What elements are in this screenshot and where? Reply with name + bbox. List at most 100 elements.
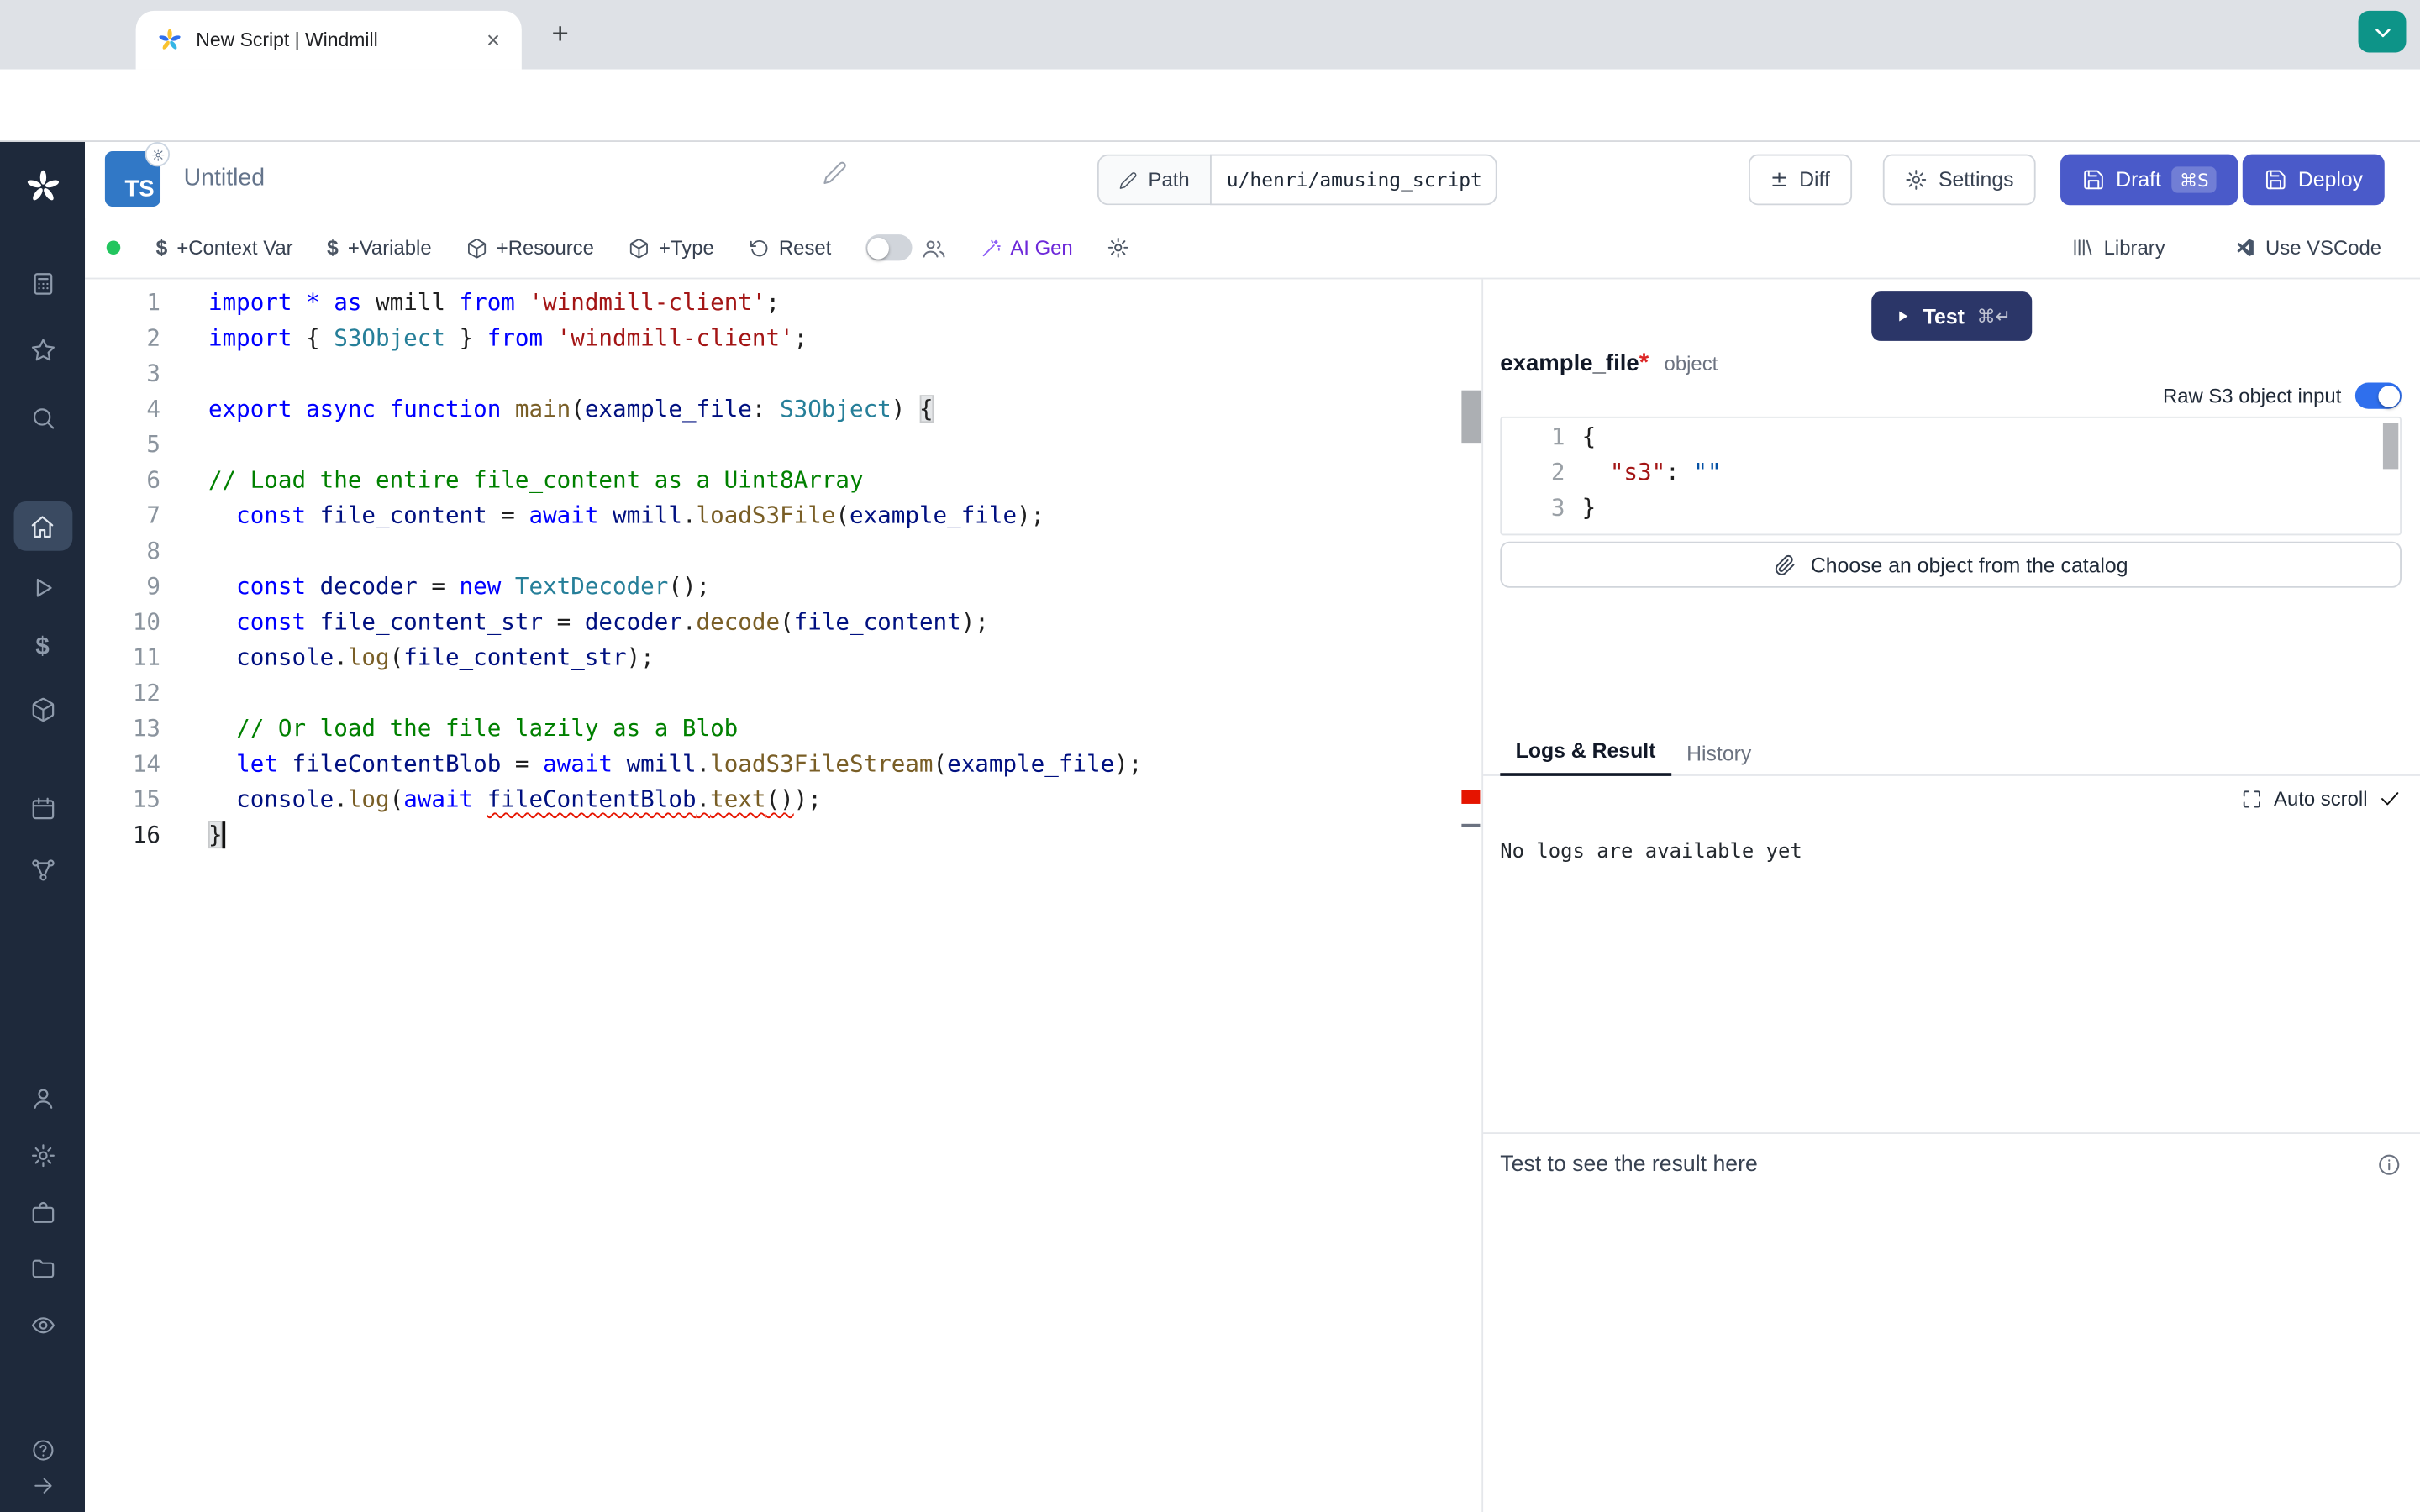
add-type-button[interactable]: +Type xyxy=(614,227,729,269)
code-line[interactable]: 5 xyxy=(85,428,1481,463)
code-line[interactable]: 2 "s3": "" xyxy=(1502,455,2400,491)
s3-json-input[interactable]: 1{2 "s3": ""3} xyxy=(1500,417,2402,535)
argument-type: object xyxy=(1665,352,1718,375)
star-icon[interactable] xyxy=(29,337,55,363)
add-type-label: +Type xyxy=(659,236,714,260)
code-line[interactable]: 4export async function main(example_file… xyxy=(85,392,1481,428)
code-line[interactable]: 2import { S3Object } from 'windmill-clie… xyxy=(85,321,1481,356)
code-text[interactable]: import * as wmill from 'windmill-client'… xyxy=(208,286,780,321)
choose-object-label: Choose an object from the catalog xyxy=(1811,553,2128,576)
reset-button[interactable]: Reset xyxy=(734,227,845,269)
code-text[interactable]: { xyxy=(1582,420,1597,455)
lang-gear-icon[interactable] xyxy=(145,142,170,166)
code-text[interactable]: // Load the entire file_content as a Uin… xyxy=(208,463,864,498)
play-icon[interactable] xyxy=(29,575,55,601)
deploy-button[interactable]: Deploy xyxy=(2243,155,2385,206)
tab-close-icon[interactable]: × xyxy=(481,27,507,53)
code-line[interactable]: 12 xyxy=(85,675,1481,711)
code-line[interactable]: 11 console.log(file_content_str); xyxy=(85,640,1481,675)
edit-title-pencil-icon[interactable] xyxy=(823,160,847,185)
s3-json-lines[interactable]: 1{2 "s3": ""3} xyxy=(1502,418,2400,527)
code-line[interactable]: 15 console.log(await fileContentBlob.tex… xyxy=(85,782,1481,817)
user-icon[interactable] xyxy=(29,1085,55,1111)
expand-icon[interactable] xyxy=(2241,788,2263,810)
code-text[interactable]: import { S3Object } from 'windmill-clien… xyxy=(208,321,808,356)
add-resource-button[interactable]: +Resource xyxy=(452,227,608,269)
eye-icon[interactable] xyxy=(29,1312,55,1338)
browser-tab[interactable]: New Script | Windmill × xyxy=(136,11,522,70)
capture-button[interactable] xyxy=(2359,11,2407,53)
choose-object-button[interactable]: Choose an object from the catalog xyxy=(1500,542,2402,588)
raw-s3-toggle[interactable] xyxy=(2355,383,2402,409)
path-value-input[interactable]: u/henri/amusing_script xyxy=(1210,155,1497,206)
calculator-icon[interactable] xyxy=(29,270,55,297)
use-vscode-button[interactable]: Use VSCode xyxy=(2219,227,2396,269)
code-text[interactable]: console.log(file_content_str); xyxy=(208,640,655,675)
editor-scrollbar-thumb[interactable] xyxy=(1461,391,1481,443)
tab-logs-result[interactable]: Logs & Result xyxy=(1500,732,1670,776)
calendar-icon[interactable] xyxy=(29,795,55,822)
code-text[interactable]: const file_content = await wmill.loadS3F… xyxy=(208,498,1044,533)
boxes-icon[interactable] xyxy=(29,696,55,722)
code-line[interactable]: 8 xyxy=(85,534,1481,570)
info-icon[interactable] xyxy=(2377,1152,2402,1177)
test-button[interactable]: Test ⌘↵ xyxy=(1870,291,2033,341)
settings-button[interactable]: Settings xyxy=(1883,155,2035,206)
line-number: 1 xyxy=(1502,420,1582,455)
code-text[interactable]: const decoder = new TextDecoder(); xyxy=(208,570,710,605)
json-scrollbar-thumb[interactable] xyxy=(2383,423,2398,469)
editor-settings-gear-icon[interactable] xyxy=(1093,227,1144,269)
code-text[interactable]: export async function main(example_file:… xyxy=(208,392,934,428)
line-number: 1 xyxy=(85,286,208,321)
auto-scroll-control[interactable]: Auto scroll xyxy=(2241,787,2401,811)
code-line[interactable]: 14 let fileContentBlob = await wmill.loa… xyxy=(85,747,1481,782)
code-line[interactable]: 10 const file_content_str = decoder.deco… xyxy=(85,605,1481,640)
home-icon[interactable] xyxy=(13,501,72,551)
status-dot xyxy=(107,241,121,255)
code-line[interactable]: 7 const file_content = await wmill.loadS… xyxy=(85,498,1481,533)
path-edit-button[interactable]: Path xyxy=(1097,155,1210,206)
code-text[interactable]: const file_content_str = decoder.decode(… xyxy=(208,605,989,640)
code-line[interactable]: 6// Load the entire file_content as a Ui… xyxy=(85,463,1481,498)
new-tab-button[interactable]: + xyxy=(540,15,581,55)
folder-icon[interactable] xyxy=(29,1255,55,1281)
main-area: TS Untitled Path u/henri/amusing_script … xyxy=(85,142,2420,1512)
code-text[interactable]: } xyxy=(208,817,224,853)
windmill-logo-icon[interactable] xyxy=(24,168,60,205)
toggle-off[interactable] xyxy=(865,234,912,260)
search-icon[interactable] xyxy=(29,405,55,431)
code-text[interactable]: "s3": "" xyxy=(1582,455,1722,491)
multiplayer-toggle[interactable] xyxy=(851,225,960,270)
code-text[interactable]: let fileContentBlob = await wmill.loadS3… xyxy=(208,747,1142,782)
text-cursor xyxy=(223,821,225,848)
collapse-arrow-icon[interactable] xyxy=(31,1474,55,1498)
code-line[interactable]: 1import * as wmill from 'windmill-client… xyxy=(85,286,1481,321)
code-line[interactable]: 16} xyxy=(85,817,1481,853)
app-sidebar: $ xyxy=(0,142,85,1512)
gear-icon[interactable] xyxy=(29,1142,55,1168)
code-lines[interactable]: 1import * as wmill from 'windmill-client… xyxy=(85,279,1481,853)
code-line[interactable]: 3 xyxy=(85,356,1481,391)
script-title[interactable]: Untitled xyxy=(184,165,266,193)
code-editor[interactable]: 1import * as wmill from 'windmill-client… xyxy=(85,279,1481,1512)
code-line[interactable]: 9 const decoder = new TextDecoder(); xyxy=(85,570,1481,605)
briefcase-icon[interactable] xyxy=(29,1200,55,1226)
nodes-icon[interactable] xyxy=(29,857,55,883)
add-context-var-button[interactable]: $+Context Var xyxy=(142,227,307,269)
draft-button[interactable]: Draft⌘S xyxy=(2060,155,2238,206)
dollar-icon[interactable]: $ xyxy=(35,634,49,662)
tab-history[interactable]: History xyxy=(1671,734,1767,776)
code-text[interactable]: // Or load the file lazily as a Blob xyxy=(208,711,738,747)
diff-button[interactable]: ±Diff xyxy=(1749,155,1852,206)
browser-tab-strip: New Script | Windmill × + xyxy=(0,0,2420,70)
add-variable-button[interactable]: $+Variable xyxy=(313,227,445,269)
ai-gen-button[interactable]: AI Gen xyxy=(965,227,1086,269)
help-icon[interactable] xyxy=(30,1438,55,1462)
code-line[interactable]: 3} xyxy=(1502,491,2400,526)
raw-s3-label: Raw S3 object input xyxy=(2163,384,2341,407)
code-text[interactable]: console.log(await fileContentBlob.text()… xyxy=(208,782,822,817)
code-line[interactable]: 13 // Or load the file lazily as a Blob xyxy=(85,711,1481,747)
library-button[interactable]: Library xyxy=(2058,227,2180,269)
code-line[interactable]: 1{ xyxy=(1502,420,2400,455)
code-text[interactable]: } xyxy=(1582,491,1597,526)
